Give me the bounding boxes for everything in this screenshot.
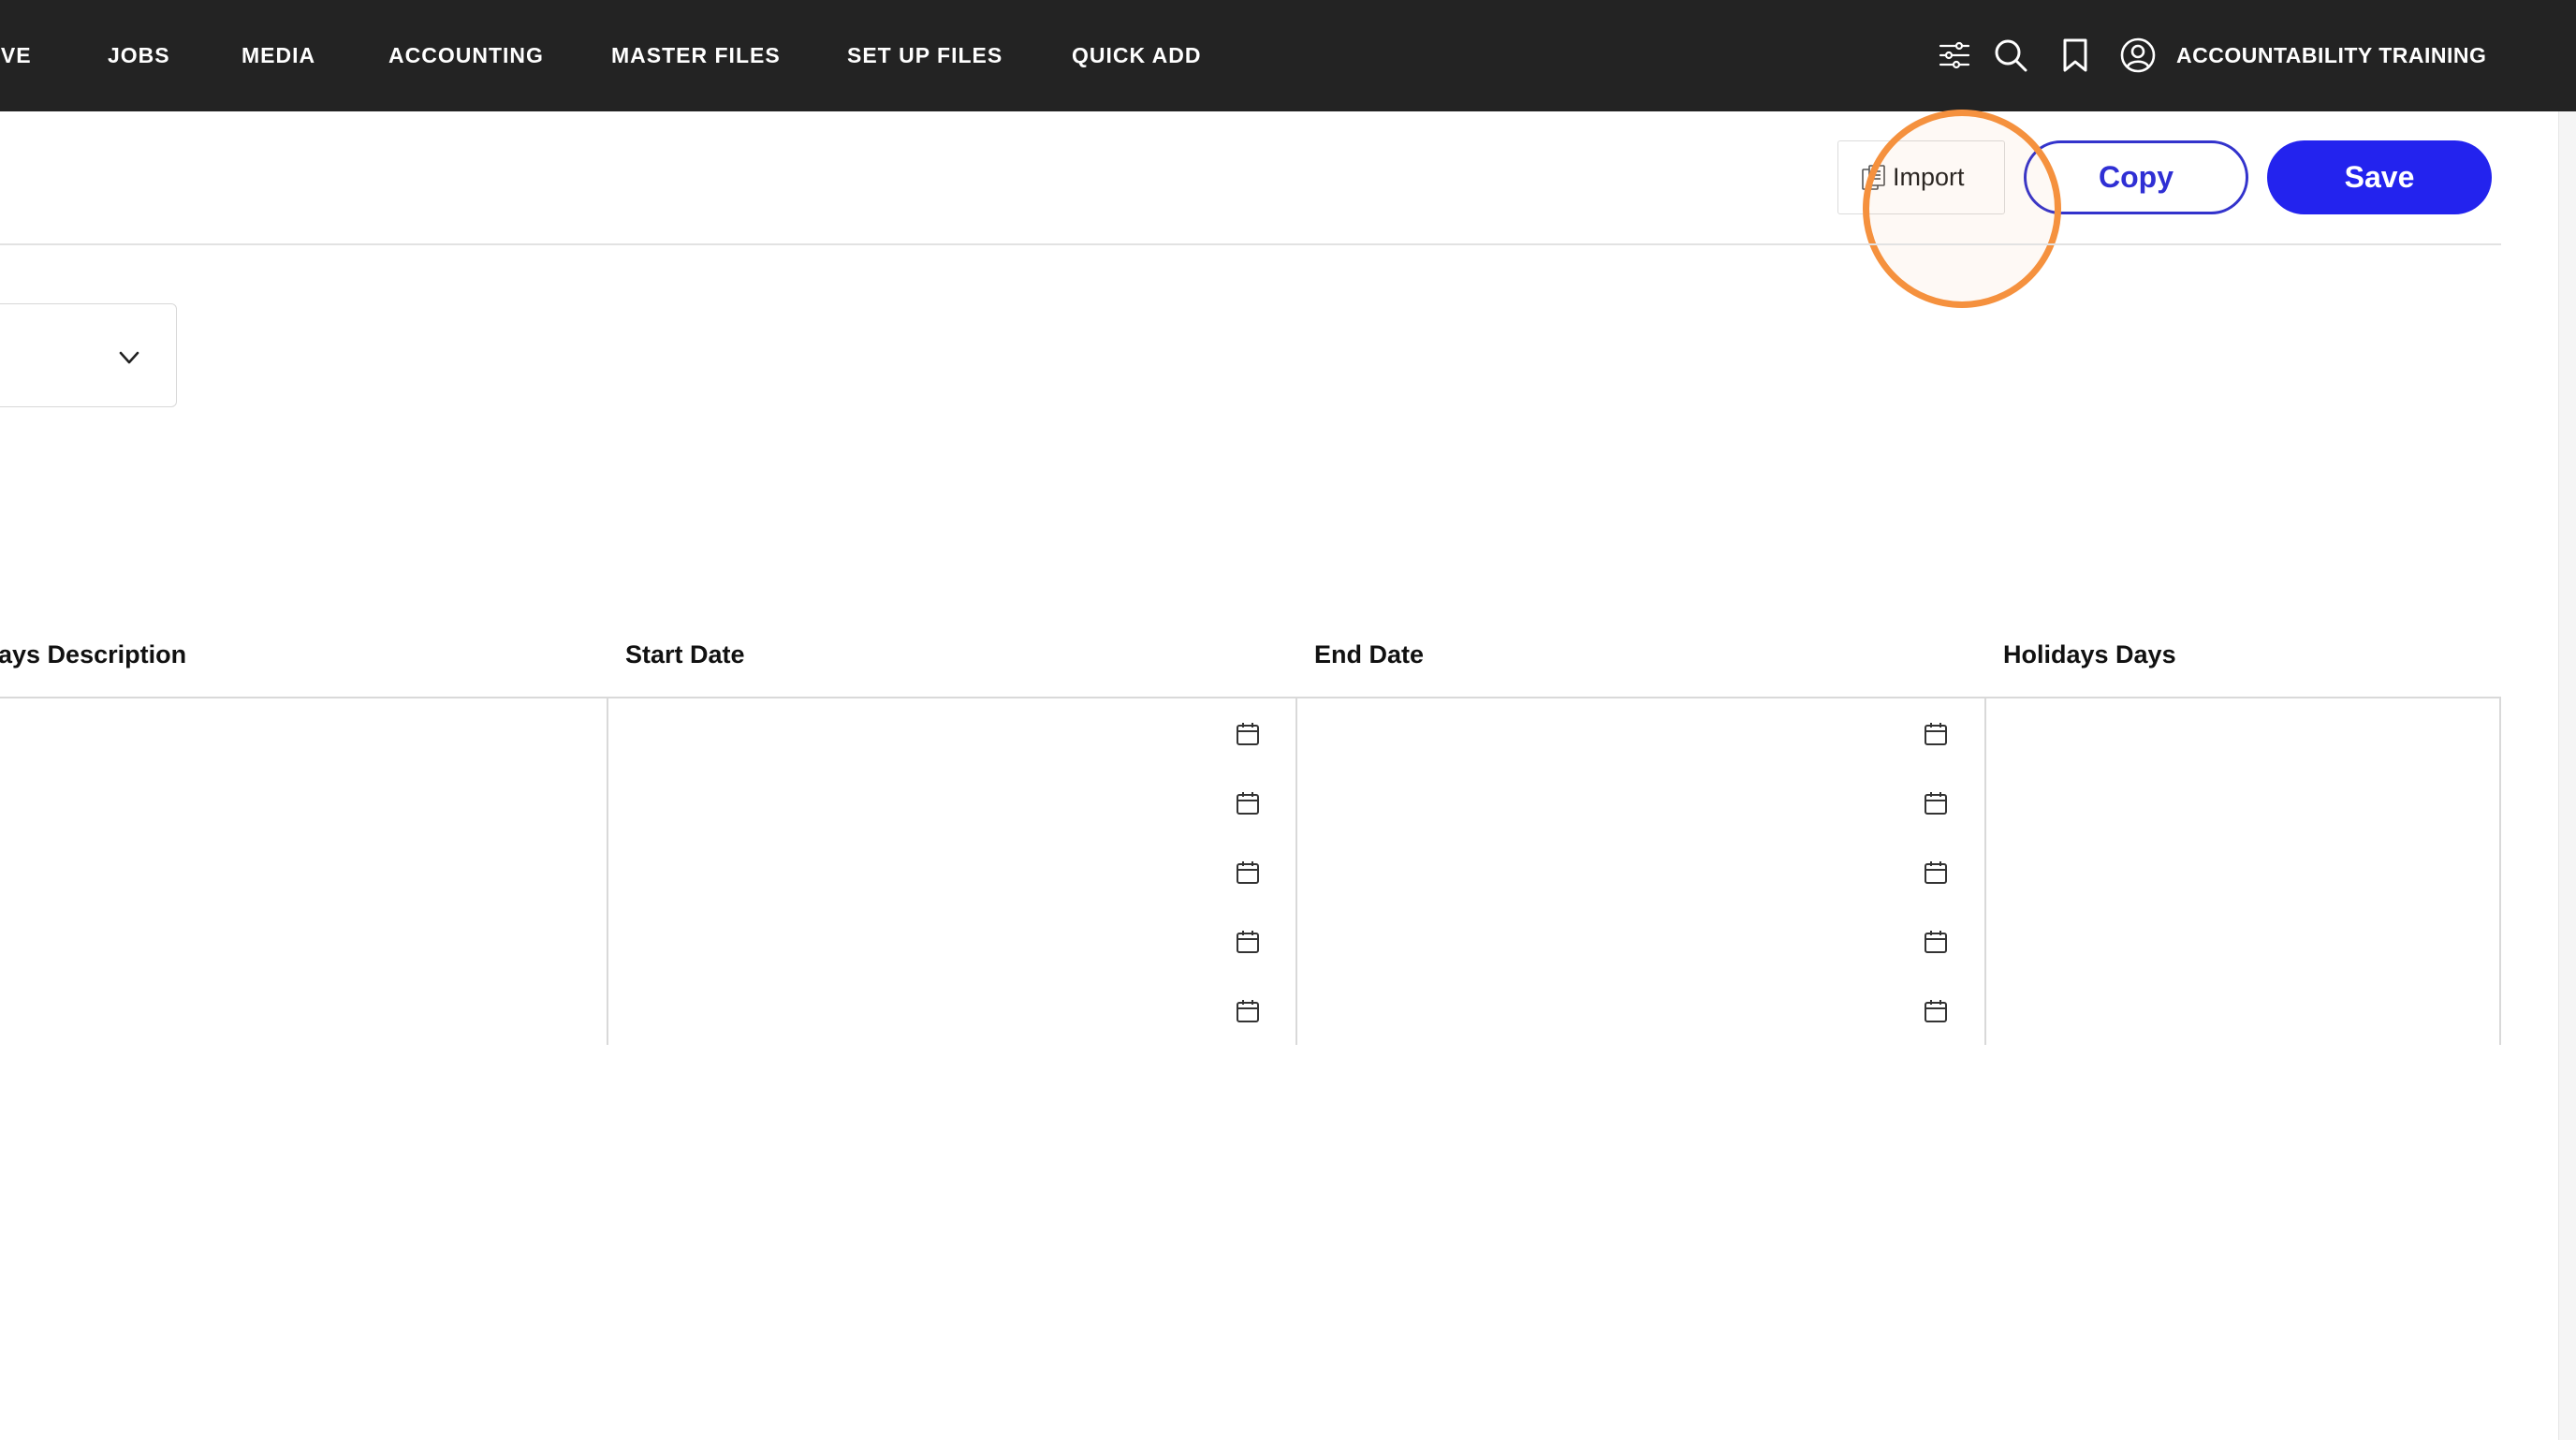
select-dropdown[interactable] [0,303,177,407]
nav-item-jobs[interactable]: JOBS [108,0,170,111]
end-date-cell[interactable] [1297,906,1986,976]
end-date-cell[interactable] [1297,837,1986,906]
table-row [0,768,2501,837]
chevron-down-icon [115,344,143,372]
description-cell[interactable] [0,906,608,976]
calendar-icon[interactable] [1922,997,1950,1025]
nav-item-move[interactable]: OVE [0,0,32,111]
holidays-days-cell[interactable] [1986,976,2501,1045]
table-row [0,976,2501,1045]
calendar-icon[interactable] [1234,859,1262,887]
calendar-icon[interactable] [1922,720,1950,748]
column-header-start-date: Start Date [625,640,745,669]
start-date-cell[interactable] [608,698,1297,768]
bookmark-icon[interactable] [2056,37,2094,74]
nav-item-quick-add[interactable]: QUICK ADD [1072,0,1201,111]
nav-item-media[interactable]: MEDIA [242,0,315,111]
description-cell[interactable] [0,768,608,837]
end-date-cell[interactable] [1297,976,1986,1045]
start-date-cell[interactable] [608,837,1297,906]
table-row [0,837,2501,906]
user-circle-icon[interactable] [2119,37,2157,74]
start-date-cell[interactable] [608,976,1297,1045]
import-button[interactable]: Import [1837,140,2005,214]
nav-item-accounting[interactable]: ACCOUNTING [388,0,544,111]
top-navigation-bar: OVE JOBS MEDIA ACCOUNTING MASTER FILES S… [0,0,2576,111]
calendar-icon[interactable] [1234,789,1262,817]
description-cell[interactable] [0,976,608,1045]
user-account-name[interactable]: ACCOUNTABILITY TRAINING [2176,0,2486,111]
calendar-icon[interactable] [1234,997,1262,1025]
scrollbar[interactable] [2558,111,2576,1440]
import-button-label: Import [1893,163,1965,191]
table-row [0,906,2501,976]
calendar-icon[interactable] [1922,789,1950,817]
holidays-table [0,697,2501,1045]
calendar-icon[interactable] [1922,928,1950,956]
copy-button[interactable]: Copy [2024,140,2248,214]
start-date-cell[interactable] [608,768,1297,837]
start-date-cell[interactable] [608,906,1297,976]
description-cell[interactable] [0,698,608,768]
calendar-icon[interactable] [1234,720,1262,748]
column-header-holidays-days: Holidays Days [2003,640,2176,669]
holidays-days-cell[interactable] [1986,698,2501,768]
save-button[interactable]: Save [2267,140,2492,214]
holidays-days-cell[interactable] [1986,768,2501,837]
search-icon[interactable] [1992,37,2029,74]
column-header-description: ays Description [0,640,187,669]
column-header-end-date: End Date [1314,640,1425,669]
calendar-icon[interactable] [1922,859,1950,887]
nav-item-master-files[interactable]: MASTER FILES [611,0,781,111]
description-cell[interactable] [0,837,608,906]
toolbar-divider [0,243,2501,245]
sliders-icon[interactable] [1936,37,1973,74]
import-file-icon [1861,164,1887,192]
nav-item-set-up-files[interactable]: SET UP FILES [847,0,1003,111]
holidays-days-cell[interactable] [1986,837,2501,906]
table-row [0,698,2501,768]
page: OVE JOBS MEDIA ACCOUNTING MASTER FILES S… [0,0,2576,1440]
end-date-cell[interactable] [1297,698,1986,768]
holidays-days-cell[interactable] [1986,906,2501,976]
end-date-cell[interactable] [1297,768,1986,837]
calendar-icon[interactable] [1234,928,1262,956]
